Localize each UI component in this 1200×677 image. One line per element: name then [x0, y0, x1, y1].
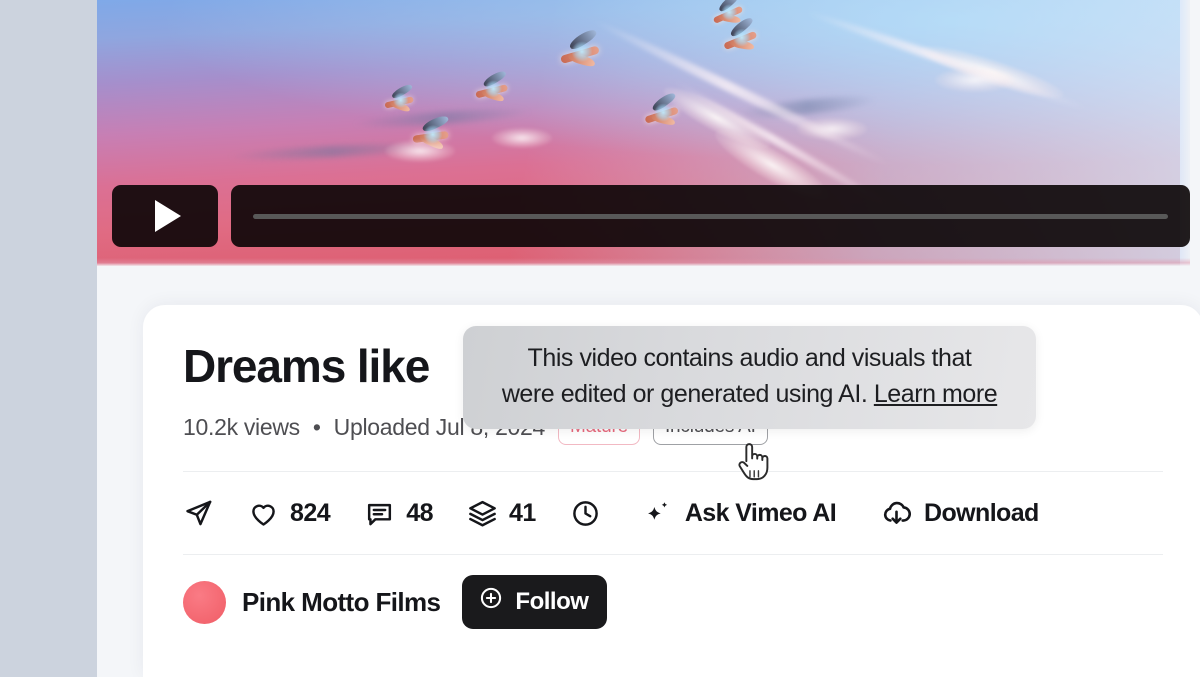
- avatar[interactable]: [183, 580, 226, 624]
- browser-window: Dreams like 10.2k views • Uploaded Jul 8…: [0, 0, 1200, 677]
- tooltip-line-2-text: were edited or generated using AI.: [501, 379, 868, 408]
- download-button[interactable]: Download: [880, 497, 1039, 530]
- watch-later-button[interactable]: [570, 498, 601, 529]
- heart-icon: [248, 498, 279, 529]
- meta-separator: •: [312, 414, 321, 440]
- download-label: Download: [924, 498, 1039, 527]
- clock-icon: [570, 498, 601, 529]
- ask-vimeo-ai-label: Ask Vimeo AI: [684, 498, 837, 527]
- ask-vimeo-ai-button[interactable]: Ask Vimeo AI: [643, 498, 837, 529]
- share-icon: [183, 498, 214, 529]
- video-player[interactable]: [97, 0, 1190, 266]
- flamingo-reflection: [935, 68, 1015, 92]
- page-content: Dreams like 10.2k views • Uploaded Jul 8…: [97, 0, 1200, 677]
- like-count: 824: [290, 498, 331, 527]
- player-bottom-fade: [97, 258, 1190, 266]
- tooltip-line-2: were edited or generated using AI. Learn…: [485, 377, 1014, 413]
- ai-disclosure-tooltip: This video contains audio and visuals th…: [463, 326, 1036, 429]
- comment-icon: [364, 498, 395, 529]
- plus-circle-icon: [478, 585, 504, 618]
- view-count: 10.2k views: [183, 414, 300, 440]
- learn-more-link[interactable]: Learn more: [874, 380, 998, 408]
- play-button[interactable]: [112, 185, 218, 247]
- page-left-gutter: [0, 0, 97, 677]
- like-button[interactable]: 824: [248, 498, 331, 529]
- progress-scrubber[interactable]: [231, 185, 1190, 247]
- collections-count: 41: [509, 498, 536, 527]
- sparkle-icon: [643, 498, 674, 529]
- tooltip-line-1: This video contains audio and visuals th…: [527, 344, 972, 372]
- action-bar: 824 48 41 Ask Vimeo AI Download: [143, 472, 1200, 554]
- follow-button[interactable]: Follow: [462, 575, 608, 629]
- collections-button[interactable]: 41: [467, 498, 536, 529]
- progress-track[interactable]: [253, 213, 1168, 219]
- share-button[interactable]: [183, 498, 214, 529]
- cloud-download-icon: [880, 497, 913, 530]
- flamingo-reflection: [492, 128, 552, 148]
- flamingo-reflection: [385, 140, 455, 162]
- comment-count: 48: [406, 498, 434, 527]
- pointing-hand-cursor: [733, 440, 773, 486]
- flamingo-reflection: [797, 118, 867, 140]
- player-controls: [112, 185, 1190, 247]
- comment-button[interactable]: 48: [364, 498, 434, 529]
- author-row: Pink Motto Films Follow: [143, 555, 1200, 629]
- collections-icon: [467, 498, 498, 529]
- play-icon: [154, 200, 181, 232]
- follow-label: Follow: [515, 587, 589, 615]
- author-name[interactable]: Pink Motto Films: [242, 587, 441, 618]
